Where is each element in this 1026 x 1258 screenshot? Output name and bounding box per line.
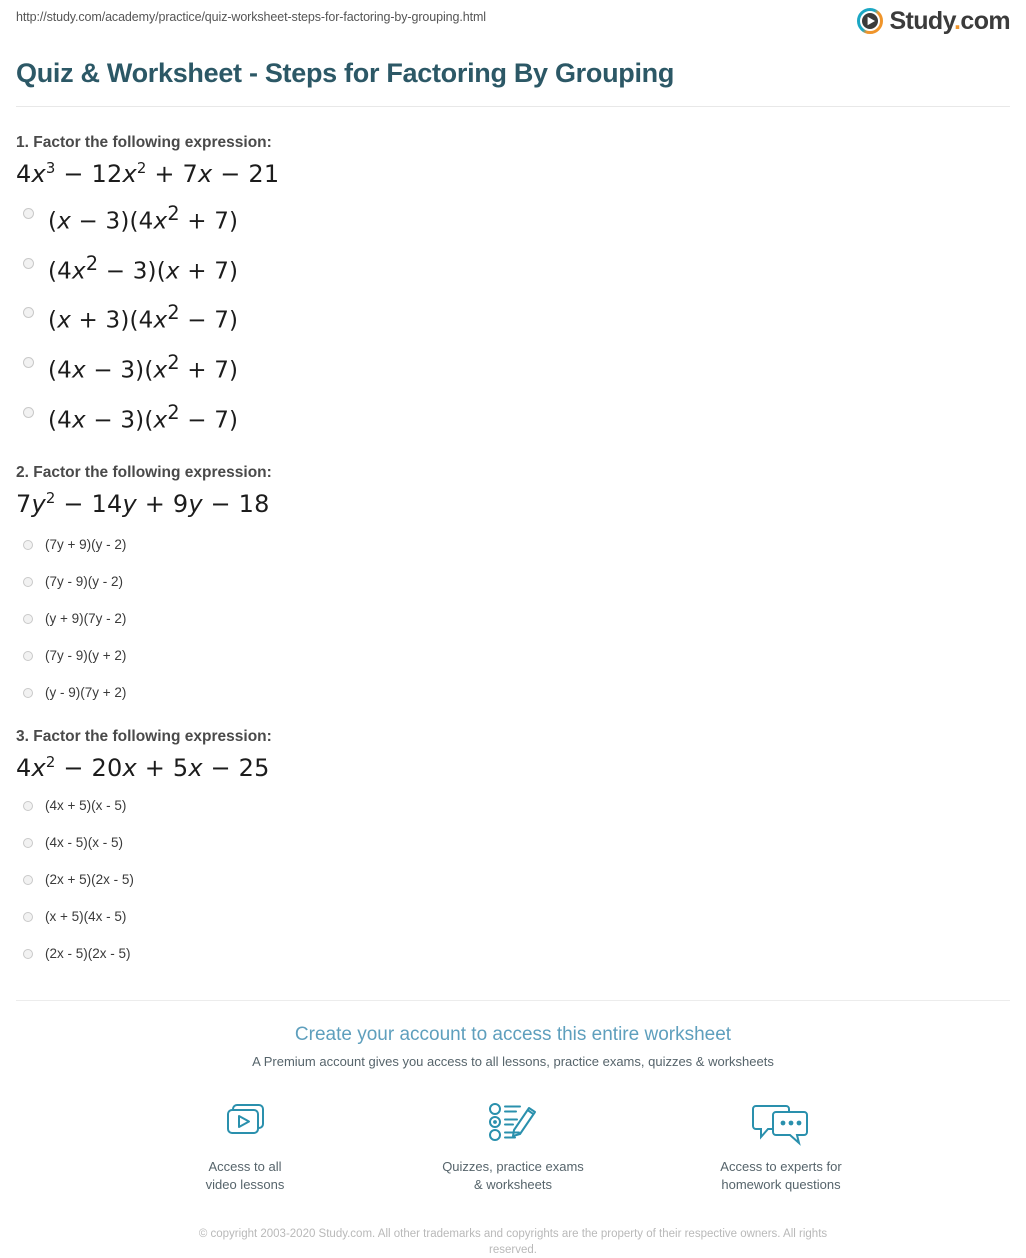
radio-button[interactable] bbox=[23, 875, 33, 886]
option-label: (y - 9)(7y + 2) bbox=[45, 685, 127, 701]
cta-title[interactable]: Create your account to access this entir… bbox=[0, 1023, 1026, 1047]
option-row[interactable]: (4x2 − 3)(x + 7) bbox=[16, 247, 1010, 289]
option-label: (x − 3)(4x2 + 7) bbox=[48, 202, 239, 235]
option-label: (4x + 5)(x - 5) bbox=[45, 798, 127, 814]
radio-button[interactable] bbox=[23, 651, 33, 662]
option-label: (y + 9)(7y - 2) bbox=[45, 611, 127, 627]
option-label: (7y - 9)(y - 2) bbox=[45, 574, 124, 590]
radio-button[interactable] bbox=[23, 406, 34, 418]
option-label: (x + 3)(4x2 − 7) bbox=[48, 301, 239, 334]
feature-video-lessons: Access to all video lessons bbox=[150, 1097, 340, 1194]
option-row[interactable]: (2x + 5)(2x - 5) bbox=[16, 872, 1010, 888]
feature-text: Access to all video lessons bbox=[150, 1158, 340, 1194]
option-label: (2x - 5)(2x - 5) bbox=[45, 946, 131, 962]
radio-button[interactable] bbox=[23, 688, 33, 699]
answer-options: (7y + 9)(y - 2) (7y - 9)(y - 2) (y + 9)(… bbox=[16, 537, 1010, 701]
page-header: http://study.com/academy/practice/quiz-w… bbox=[0, 0, 1026, 46]
answer-options: (x − 3)(4x2 + 7) (4x2 − 3)(x + 7) (x + 3… bbox=[16, 197, 1010, 437]
radio-button[interactable] bbox=[23, 949, 33, 960]
option-label: (7y - 9)(y + 2) bbox=[45, 648, 127, 664]
option-row[interactable]: (4x − 3)(x2 − 7) bbox=[16, 396, 1010, 438]
question-3: 3. Factor the following expression: 4x2 … bbox=[16, 727, 1010, 962]
option-label: (7y + 9)(y - 2) bbox=[45, 537, 127, 553]
option-label: (4x - 5)(x - 5) bbox=[45, 835, 124, 851]
option-row[interactable]: (4x - 5)(x - 5) bbox=[16, 835, 1010, 851]
cta-subtitle: A Premium account gives you access to al… bbox=[252, 1054, 774, 1070]
radio-button[interactable] bbox=[23, 801, 33, 812]
feature-line-1: Access to experts for bbox=[720, 1159, 842, 1175]
question-expression: 4x2 − 20x + 5x − 25 bbox=[16, 753, 270, 783]
option-row[interactable]: (4x − 3)(x2 + 7) bbox=[16, 346, 1010, 388]
radio-button[interactable] bbox=[23, 307, 34, 319]
option-row[interactable]: (y - 9)(7y + 2) bbox=[16, 685, 1010, 701]
option-label: (4x2 − 3)(x + 7) bbox=[48, 251, 239, 285]
radio-button[interactable] bbox=[23, 257, 34, 269]
worksheet-page: http://study.com/academy/practice/quiz-w… bbox=[0, 0, 1026, 1256]
feature-line-2: video lessons bbox=[205, 1177, 285, 1193]
option-row[interactable]: (x − 3)(4x2 + 7) bbox=[16, 197, 1010, 239]
radio-button[interactable] bbox=[23, 614, 33, 625]
title-divider bbox=[16, 106, 1010, 107]
question-expression: 7y2 − 14y + 9y − 18 bbox=[16, 489, 270, 519]
quiz-pencil-icon bbox=[418, 1097, 608, 1149]
radio-button[interactable] bbox=[23, 577, 33, 588]
feature-line-2: & worksheets bbox=[473, 1177, 553, 1193]
option-label: (x + 5)(4x - 5) bbox=[45, 909, 127, 925]
option-label: (4x − 3)(x2 − 7) bbox=[48, 400, 239, 434]
feature-line-1: Access to all bbox=[208, 1159, 282, 1175]
title-section: Quiz & Worksheet - Steps for Factoring B… bbox=[0, 46, 1026, 90]
copyright-text: © copyright 2003-2020 Study.com. All oth… bbox=[198, 1228, 828, 1257]
video-lessons-icon bbox=[150, 1097, 340, 1149]
question-prompt: 2. Factor the following expression: bbox=[16, 464, 272, 482]
option-label: (2x + 5)(2x - 5) bbox=[45, 872, 134, 888]
questions-list: 1. Factor the following expression: 4x3 … bbox=[0, 133, 1026, 962]
feature-text: Quizzes, practice exams & worksheets bbox=[418, 1158, 608, 1194]
option-row[interactable]: (x + 5)(4x - 5) bbox=[16, 909, 1010, 925]
study-com-logo[interactable]: Study.com bbox=[857, 8, 1011, 34]
answer-options: (4x + 5)(x - 5) (4x - 5)(x - 5) (2x + 5)… bbox=[16, 798, 1010, 962]
option-row[interactable]: (7y - 9)(y - 2) bbox=[16, 574, 1010, 590]
feature-experts: Access to experts for homework questions bbox=[686, 1097, 876, 1194]
question-prompt: 3. Factor the following expression: bbox=[16, 728, 272, 746]
feature-quizzes: Quizzes, practice exams & worksheets bbox=[418, 1097, 608, 1194]
feature-text: Access to experts for homework questions bbox=[686, 1158, 876, 1194]
page-title: Quiz & Worksheet - Steps for Factoring B… bbox=[16, 58, 675, 88]
radio-button[interactable] bbox=[23, 540, 33, 551]
feature-line-1: Quizzes, practice exams bbox=[442, 1159, 584, 1175]
option-row[interactable]: (7y - 9)(y + 2) bbox=[16, 648, 1010, 664]
option-label: (4x − 3)(x2 + 7) bbox=[48, 350, 239, 384]
logo-wordmark: Study.com bbox=[889, 8, 1010, 34]
radio-button[interactable] bbox=[23, 838, 33, 849]
features-row: Access to all video lessons Quizzes, pra… bbox=[0, 1097, 1026, 1194]
option-row[interactable]: (y + 9)(7y - 2) bbox=[16, 611, 1010, 627]
option-row[interactable]: (4x + 5)(x - 5) bbox=[16, 798, 1010, 814]
question-2: 2. Factor the following expression: 7y2 … bbox=[16, 463, 1010, 701]
radio-button[interactable] bbox=[23, 356, 34, 368]
logo-word-study: Study bbox=[889, 7, 955, 35]
radio-button[interactable] bbox=[23, 208, 34, 219]
chat-bubbles-icon bbox=[686, 1097, 876, 1149]
question-1: 1. Factor the following expression: 4x3 … bbox=[16, 133, 1010, 437]
cta-section: Create your account to access this entir… bbox=[0, 1001, 1026, 1258]
play-circle-icon bbox=[857, 8, 884, 34]
question-expression: 4x3 − 12x2 + 7x − 21 bbox=[16, 159, 280, 188]
feature-line-2: homework questions bbox=[721, 1177, 841, 1193]
option-row[interactable]: (x + 3)(4x2 − 7) bbox=[16, 296, 1010, 338]
option-row[interactable]: (7y + 9)(y - 2) bbox=[16, 537, 1010, 553]
question-prompt: 1. Factor the following expression: bbox=[16, 134, 272, 151]
radio-button[interactable] bbox=[23, 912, 33, 923]
logo-word-com: com bbox=[960, 7, 1010, 35]
option-row[interactable]: (2x - 5)(2x - 5) bbox=[16, 946, 1010, 962]
